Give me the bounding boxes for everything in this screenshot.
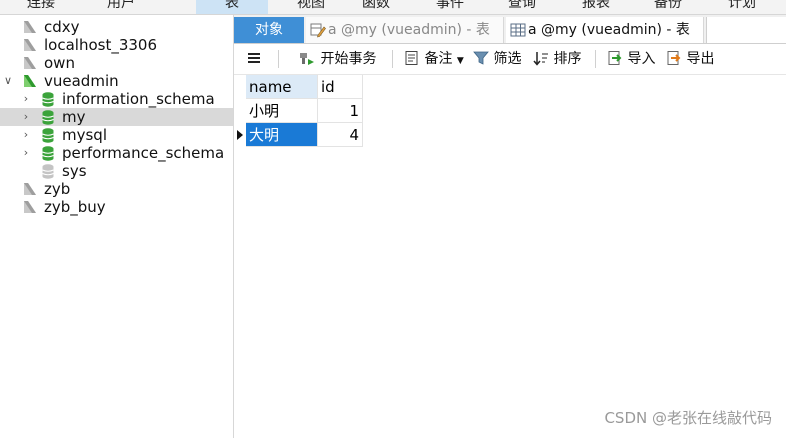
current-row-indicator-icon (237, 130, 243, 140)
column-header-id[interactable]: id (318, 75, 363, 99)
transaction-icon (300, 53, 314, 65)
export-button[interactable]: 导出 (666, 48, 714, 70)
tree-item-label: performance_schema (62, 144, 225, 162)
menu-event[interactable]: 事件 (419, 0, 481, 14)
tree-item-label: zyb_buy (44, 198, 106, 216)
tree-database-sys[interactable]: sys (0, 162, 233, 180)
menu-report[interactable]: 报表 (565, 0, 627, 14)
tree-item-label: own (44, 54, 75, 72)
menu-query[interactable]: 查询 (491, 0, 553, 14)
menu-connection[interactable]: 连接 (10, 0, 72, 14)
menu-bar: 连接 用户 表 视图 函数 事件 查询 报表 备份 计划 (0, 0, 786, 15)
tree-connection-zyb[interactable]: zyb (0, 180, 233, 198)
tree-connection-zyb-buy[interactable]: zyb_buy (0, 198, 233, 216)
tree-item-label: localhost_3306 (44, 36, 158, 54)
table-cell-name[interactable]: 小明 (246, 99, 318, 123)
database-icon (42, 128, 54, 143)
data-grid: name id 小明 1 大明 4 (234, 75, 786, 438)
tree-database-my[interactable]: › my (0, 108, 233, 126)
database-closed-icon (42, 164, 54, 179)
import-label: 导入 (627, 51, 656, 67)
tree-item-label: mysql (62, 126, 107, 144)
database-icon (42, 110, 54, 125)
import-icon (608, 51, 622, 65)
toolbar-separator (392, 50, 393, 68)
sort-icon (533, 52, 548, 66)
tab-table-design[interactable]: a @my (vueadmin) - 表 (306, 17, 504, 43)
filter-label: 筛选 (493, 51, 522, 67)
tree-connection-cdxy[interactable]: cdxy (0, 18, 233, 36)
toolbar-separator (278, 50, 279, 68)
chevron-right-icon[interactable]: › (20, 90, 32, 108)
connection-icon (24, 201, 36, 213)
tab-table-data[interactable]: a @my (vueadmin) - 表 (506, 17, 704, 43)
note-button[interactable]: 备注 ▼ (404, 48, 464, 70)
column-header-name[interactable]: name (246, 75, 318, 99)
tree-connection-own[interactable]: own (0, 54, 233, 72)
tree-item-label: vueadmin (44, 72, 119, 90)
menu-schedule[interactable]: 计划 (711, 0, 773, 14)
chevron-right-icon[interactable]: › (20, 144, 32, 162)
watermark: CSDN @老张在线敲代码 (604, 409, 772, 427)
note-icon (405, 51, 418, 65)
menu-user[interactable]: 用户 (90, 0, 152, 14)
tree-database-performance-schema[interactable]: › performance_schema (0, 144, 233, 162)
export-label: 导出 (686, 51, 715, 67)
filter-icon (473, 51, 489, 65)
tab-objects[interactable]: 对象 (234, 17, 304, 43)
tree-item-label: sys (62, 162, 87, 180)
tab-label: a @my (vueadmin) - 表 (328, 22, 490, 38)
menu-table[interactable]: 表 (196, 0, 268, 14)
dropdown-arrow-icon: ▼ (456, 56, 464, 66)
tree-item-label: zyb (44, 180, 71, 198)
tree-database-information-schema[interactable]: › information_schema (0, 90, 233, 108)
table-toolbar: 开始事务 备注 ▼ 筛选 排序 导入 导出 (234, 44, 786, 75)
table-design-icon (310, 23, 326, 38)
menu-button[interactable] (246, 48, 262, 70)
chevron-down-icon[interactable]: ∨ (2, 72, 14, 90)
connection-open-icon (24, 75, 36, 87)
note-label: 备注 (424, 51, 453, 67)
database-icon (42, 146, 54, 161)
table-cell-id[interactable]: 1 (318, 99, 363, 123)
menu-backup[interactable]: 备份 (637, 0, 699, 14)
empty-tab-area (706, 17, 786, 43)
begin-transaction-button[interactable]: 开始事务 (298, 48, 376, 70)
sort-label: 排序 (553, 51, 582, 67)
begin-transaction-label: 开始事务 (320, 51, 377, 67)
connection-icon (24, 39, 36, 51)
table-cell-name-selected[interactable]: 大明 (246, 123, 318, 147)
database-icon (42, 92, 54, 107)
tree-connection-vueadmin[interactable]: ∨ vueadmin (0, 72, 233, 90)
connection-icon (24, 183, 36, 195)
connection-icon (24, 57, 36, 69)
tree-item-label: information_schema (62, 90, 215, 108)
hamburger-icon (248, 53, 260, 63)
table-cell-id[interactable]: 4 (318, 123, 363, 147)
toolbar-separator (595, 50, 596, 68)
navigation-tree: cdxy localhost_3306 own ∨ vueadmin › inf… (0, 15, 234, 438)
menu-function[interactable]: 函数 (345, 0, 407, 14)
filter-button[interactable]: 筛选 (473, 48, 521, 70)
table-icon (510, 23, 526, 37)
tree-connection-localhost[interactable]: localhost_3306 (0, 36, 233, 54)
tab-strip: 对象 a @my (vueadmin) - 表 a @my (vueadmin)… (234, 15, 786, 44)
chevron-right-icon[interactable]: › (20, 126, 32, 144)
chevron-right-icon[interactable]: › (20, 108, 32, 126)
export-icon (667, 51, 681, 65)
tree-database-mysql[interactable]: › mysql (0, 126, 233, 144)
tree-item-label: cdxy (44, 18, 80, 36)
tab-label: a @my (vueadmin) - 表 (528, 22, 690, 38)
connection-icon (24, 21, 36, 33)
tree-item-label: my (62, 108, 86, 126)
import-button[interactable]: 导入 (607, 48, 655, 70)
menu-view[interactable]: 视图 (280, 0, 342, 14)
sort-button[interactable]: 排序 (533, 48, 581, 70)
